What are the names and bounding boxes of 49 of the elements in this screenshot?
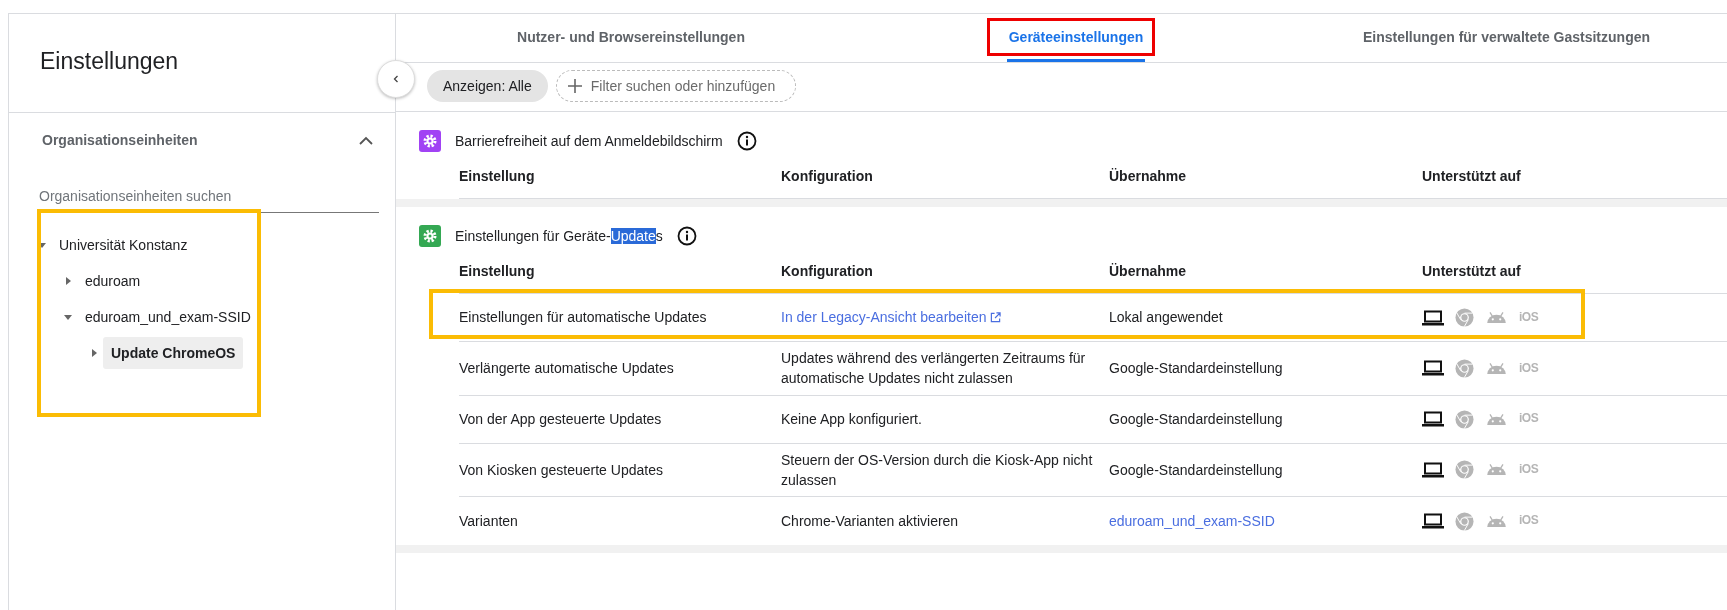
tab[interactable]: Einstellungen für verwaltete Gastsitzungen — [1360, 14, 1653, 62]
panel-title: Organisationseinheiten — [42, 132, 198, 148]
table-cell-text: Google-Standardeinstellung — [1109, 460, 1284, 480]
column-header: Einstellung — [459, 263, 536, 279]
column-header: Unterstützt auf — [1422, 168, 1522, 184]
table-cell-text: Google-Standardeinstellung — [1109, 409, 1284, 429]
platform-label: iOS — [1519, 410, 1539, 428]
section-title: Barrierefreiheit auf dem Anmeldebildschirm — [455, 133, 723, 149]
table-cell-text: Verlängerte automatische Updates — [459, 359, 675, 379]
table-cell-text: Von Kiosken gesteuerte Updates — [459, 460, 664, 480]
tab[interactable]: Nutzer- und Browsereinstellungen — [515, 14, 747, 62]
chevron-up-icon[interactable] — [359, 135, 373, 145]
filter-chip[interactable]: Anzeigen: Alle — [427, 70, 548, 102]
caret-right-icon[interactable] — [89, 348, 99, 358]
tab[interactable]: Geräteeinstellungen — [1006, 14, 1146, 62]
column-header: Einstellung — [459, 168, 536, 184]
chevron-left-icon — [391, 74, 401, 84]
filter-field[interactable]: Filter suchen oder hinzufügen — [555, 70, 796, 102]
column-header: Konfiguration — [781, 263, 874, 279]
column-header: Konfiguration — [781, 168, 874, 184]
external-link-icon — [990, 312, 1002, 324]
tree-item[interactable]: Universität Konstanz — [51, 229, 196, 261]
caret-down-icon[interactable] — [63, 312, 73, 322]
section-title: Einstellungen für Geräte-Updates — [455, 228, 663, 244]
table-cell-text: Chrome-Varianten aktivieren — [781, 512, 960, 532]
platform-label: iOS — [1519, 359, 1539, 377]
table-cell-text: Lokal angewendet — [1109, 308, 1224, 328]
table-cell-text: Updates während des verlängerten Zeitraums für automatische Updates nicht zulassen — [781, 349, 1087, 389]
table-cell-text: Steuern der OS-Version durch die Kiosk-App nicht zulassen — [781, 450, 1094, 490]
column-header: Unterstützt auf — [1422, 263, 1522, 279]
tree-item[interactable]: eduroam — [77, 265, 149, 297]
org-unit-link[interactable]: eduroam_und_exam-SSID — [1109, 513, 1275, 530]
search-field[interactable]: Organisationseinheiten suchen — [39, 188, 379, 213]
table-cell-text: Varianten — [459, 512, 519, 532]
column-header: Übernahme — [1109, 168, 1188, 184]
platform-label: iOS — [1519, 461, 1539, 479]
tree-item[interactable]: Update ChromeOS — [103, 337, 244, 369]
platform-label: iOS — [1519, 512, 1539, 530]
info-icon[interactable] — [736, 131, 757, 151]
table-cell-text: Keine App konfiguriert. — [781, 409, 923, 429]
legacy-view-link[interactable]: In der Legacy-Ansicht bearbeiten — [781, 309, 987, 326]
table-cell-text: Von der App gesteuerte Updates — [459, 409, 663, 429]
caret-right-icon[interactable] — [63, 276, 73, 286]
column-header: Übernahme — [1109, 263, 1188, 279]
table-cell-text: Einstellungen für automatische Updates — [459, 308, 708, 328]
table-cell-text: Google-Standardeinstellung — [1109, 359, 1284, 379]
platform-label: iOS — [1519, 308, 1539, 326]
tree-item[interactable]: eduroam_und_exam-SSID — [77, 301, 259, 333]
info-icon[interactable] — [676, 226, 697, 246]
